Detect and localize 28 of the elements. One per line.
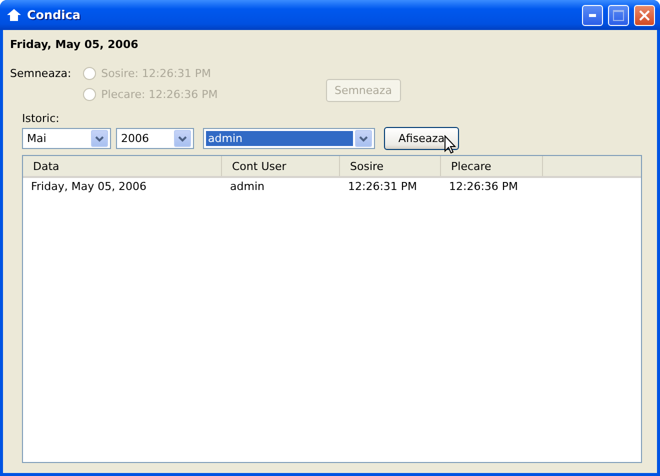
- show-button[interactable]: Afiseaza: [384, 127, 459, 150]
- minimize-button[interactable]: [582, 4, 603, 26]
- column-header[interactable]: Sosire: [340, 156, 441, 176]
- dropdown[interactable]: admin: [203, 128, 375, 149]
- radio-label: Sosire: 12:26:31 PM: [101, 67, 211, 80]
- history-label: Istoric:: [22, 112, 60, 125]
- dropdown[interactable]: 2006: [116, 128, 194, 149]
- chevron-down-icon: [359, 136, 368, 142]
- column-header[interactable]: Plecare: [441, 156, 543, 176]
- sign-label: Semneaza:: [10, 67, 72, 82]
- table-cell-text: admin: [229, 180, 266, 192]
- chevron-down-icon: [95, 136, 104, 142]
- table-cell-text: Friday, May 05, 2006: [30, 180, 148, 192]
- radio-label: Plecare: 12:26:36 PM: [101, 88, 218, 101]
- close-button[interactable]: [634, 4, 655, 26]
- column-header[interactable]: Cont User: [222, 156, 340, 176]
- house-icon: [6, 8, 22, 22]
- close-icon: [639, 10, 650, 20]
- column-header[interactable]: Data: [23, 156, 222, 176]
- date-label: Friday, May 05, 2006: [10, 38, 140, 51]
- maximize-icon: [613, 10, 624, 20]
- maximize-button[interactable]: [608, 4, 629, 26]
- chevron-down-icon: [178, 136, 187, 142]
- table-cell-text: 12:26:36 PM: [448, 180, 520, 192]
- window-title: Condica: [27, 8, 82, 22]
- table-cell-text: 12:26:31 PM: [347, 180, 418, 192]
- minimize-icon: [589, 14, 596, 16]
- dropdown[interactable]: Mai: [22, 128, 111, 149]
